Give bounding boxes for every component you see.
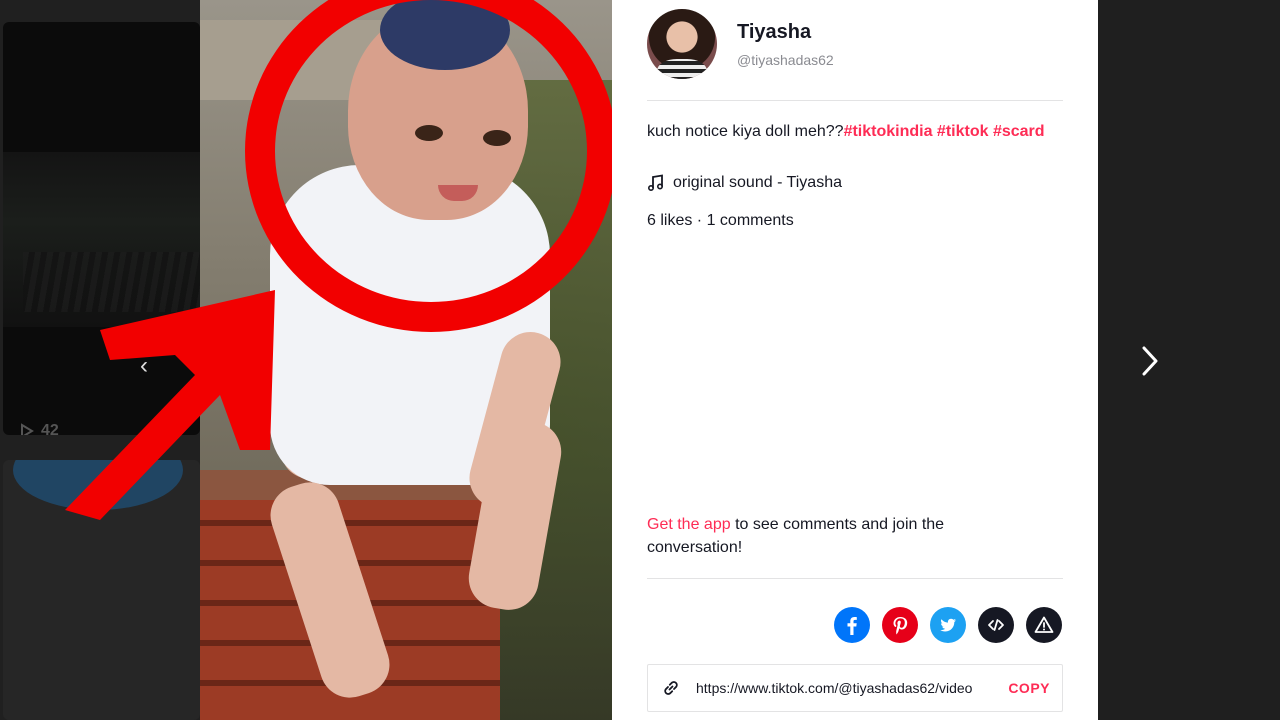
hashtag-tiktokindia[interactable]: #tiktokindia [844, 123, 933, 140]
share-twitter-button[interactable] [930, 607, 966, 643]
warning-icon [1034, 616, 1054, 633]
hashtag-scard[interactable]: #scard [993, 123, 1045, 140]
music-note-icon [647, 174, 664, 192]
background-view-count: 42 [19, 422, 59, 435]
next-video-chevron-icon[interactable] [1138, 345, 1162, 377]
link-icon [664, 681, 678, 695]
profile-divider [647, 100, 1063, 101]
get-app-prompt: Get the app to see comments and join the… [647, 513, 1027, 559]
sound-label[interactable]: original sound - Tiyasha [673, 174, 842, 192]
tiktok-video-viewer: 42 ‹ Tiyasha @tiyashadas62 kuch notice k… [0, 0, 1280, 720]
report-button[interactable] [1026, 607, 1062, 643]
video-url-field[interactable]: https://www.tiktok.com/@tiyashadas62/vid… [696, 680, 988, 696]
video-caption: kuch notice kiya doll meh??#tiktokindia … [647, 120, 1063, 143]
share-buttons [834, 607, 1062, 643]
twitter-icon [940, 618, 956, 632]
share-pinterest-button[interactable] [882, 607, 918, 643]
share-embed-button[interactable] [978, 607, 1014, 643]
engagement-stats: 6 likes · 1 comments [647, 212, 794, 229]
copy-link-box: https://www.tiktok.com/@tiyashadas62/vid… [647, 664, 1063, 712]
play-icon [21, 423, 34, 435]
background-right [1098, 0, 1280, 720]
get-app-link[interactable]: Get the app [647, 516, 731, 533]
avatar[interactable] [647, 9, 717, 79]
video-info-panel: Tiyasha @tiyashadas62 kuch notice kiya d… [612, 0, 1098, 720]
author-handle[interactable]: @tiyashadas62 [737, 52, 834, 68]
caption-text: kuch notice kiya doll meh?? [647, 123, 844, 140]
hashtag-tiktok[interactable]: #tiktok [937, 123, 989, 140]
share-facebook-button[interactable] [834, 607, 870, 643]
previous-video-chevron-icon[interactable]: ‹ [140, 352, 148, 380]
copy-link-button[interactable]: COPY [1008, 680, 1050, 696]
avatar-shirt [657, 59, 707, 79]
share-divider [647, 578, 1063, 579]
author-profile[interactable]: Tiyasha @tiyashadas62 [647, 9, 834, 79]
facebook-icon [847, 617, 857, 635]
pinterest-icon [893, 617, 908, 635]
embed-code-icon [988, 619, 1004, 631]
author-names: Tiyasha @tiyashadas62 [737, 21, 834, 68]
author-display-name[interactable]: Tiyasha [737, 21, 834, 44]
sound-link[interactable]: original sound - Tiyasha [647, 174, 842, 192]
red-arrow-annotation [65, 290, 275, 520]
